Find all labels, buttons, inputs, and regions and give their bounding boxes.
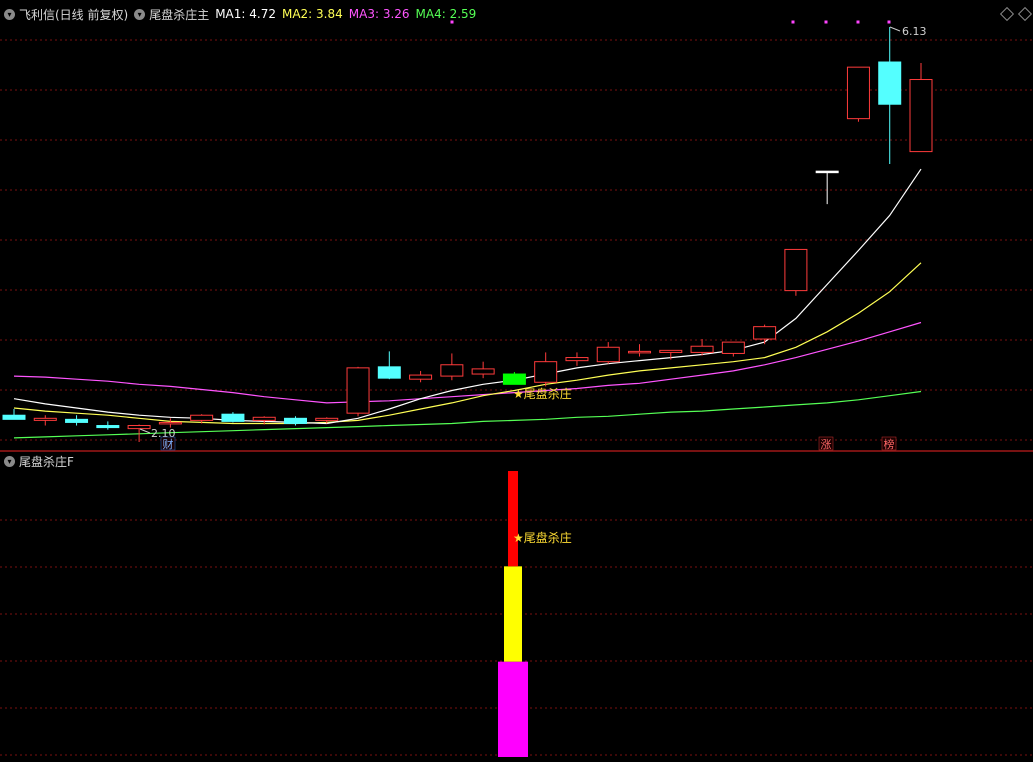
high-price-label: 6.13 — [902, 25, 927, 38]
candle-body — [690, 345, 714, 353]
sub-chart-header: ▾ 尾盘杀庄F — [4, 452, 80, 470]
candle-body — [721, 341, 745, 354]
candle-body — [596, 346, 620, 363]
candle-body — [534, 361, 558, 383]
ma3-line — [13, 321, 922, 404]
candle-body — [65, 418, 89, 423]
candle-body — [2, 414, 26, 420]
candle-body — [33, 417, 57, 421]
collapse-icon[interactable]: ▾ — [4, 455, 15, 467]
candle-body — [565, 357, 589, 362]
candle-body — [346, 367, 370, 414]
candle-body — [878, 61, 902, 105]
stack-bar-segment — [508, 471, 518, 567]
candle-body — [377, 366, 401, 379]
candle-body — [158, 421, 182, 425]
candle-body — [471, 368, 495, 375]
ma3-value: MA3: 3.26 — [348, 7, 410, 21]
event-badge: 榜 — [884, 437, 895, 451]
candle-body — [753, 326, 777, 340]
signal-label: ★尾盘杀庄 — [513, 386, 572, 401]
stack-bar-segment — [504, 566, 522, 662]
candle-body — [409, 374, 433, 380]
collapse-icon[interactable]: ▾ — [4, 8, 15, 20]
collapse-icon[interactable]: ▾ — [134, 8, 146, 20]
candle-body — [628, 350, 652, 354]
event-badge: 财 — [163, 437, 174, 451]
high-label-leader — [889, 26, 901, 32]
candle-body — [659, 349, 683, 353]
candle-body — [815, 170, 839, 174]
stock-chart-screen: 6.13 2.10 ★尾盘杀庄财涨榜 ★尾盘杀庄 ▾ 飞利信(日线 前复权) ▾ 尾盘… — [0, 0, 1033, 762]
candle-body — [96, 425, 120, 429]
ma1-value: MA1: 4.72 — [215, 7, 276, 21]
sub-signal-label: ★尾盘杀庄 — [513, 530, 572, 545]
candle-body — [127, 425, 151, 430]
low-label-leader — [139, 428, 151, 434]
candle-body — [909, 79, 933, 153]
ma2-value: MA2: 3.84 — [281, 7, 343, 21]
candle-body — [784, 248, 808, 292]
ma4-value: MA4: 2.59 — [415, 7, 477, 21]
candle-body — [252, 416, 276, 421]
main-chart-header: ▾ 飞利信(日线 前复权) ▾ 尾盘杀庄主 MA1: 4.72 MA2: 3.8… — [4, 5, 482, 23]
candle-body — [315, 417, 339, 421]
event-badge: 涨 — [821, 438, 832, 451]
candle-body — [190, 414, 214, 421]
candle-body — [221, 413, 245, 422]
chart-canvas[interactable]: 6.132.10★尾盘杀庄财涨榜★尾盘杀庄 — [0, 0, 1033, 762]
sub-indicator-name: 尾盘杀庄F — [19, 454, 74, 469]
signal-dot — [887, 20, 891, 24]
stock-title: 飞利信(日线 前复权) — [19, 7, 129, 22]
indicator-name: 尾盘杀庄主 — [149, 7, 210, 22]
candle-body — [502, 373, 526, 385]
candle-body — [846, 66, 870, 120]
candle-body — [440, 364, 464, 377]
signal-dot — [791, 20, 795, 24]
signal-dot — [824, 20, 828, 24]
stack-bar-segment — [498, 661, 528, 757]
signal-dot — [856, 20, 860, 24]
candle-body — [283, 417, 307, 424]
